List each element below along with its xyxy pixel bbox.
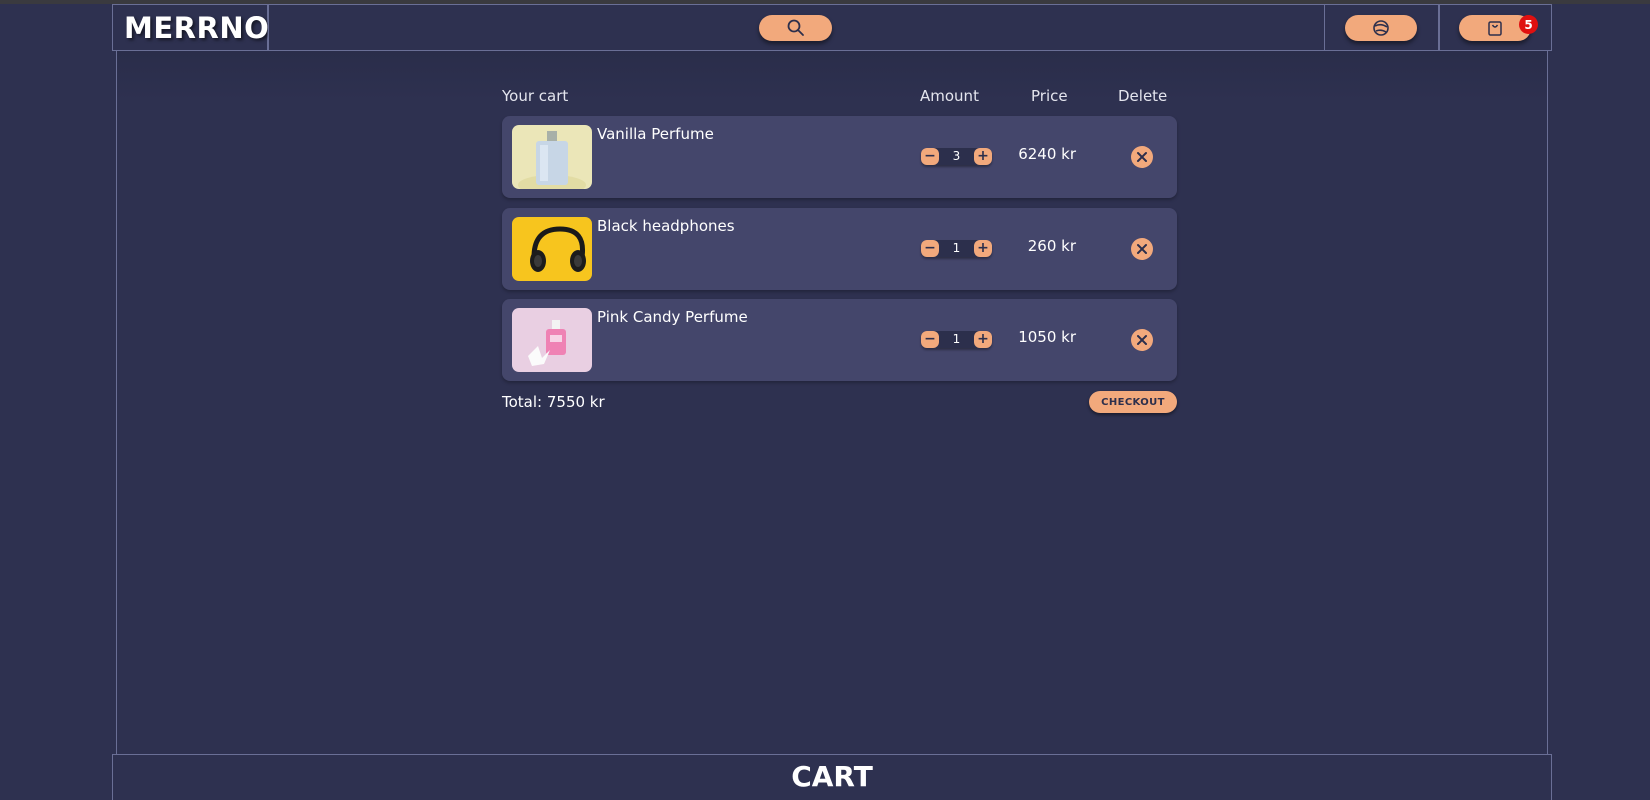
- checkout-button[interactable]: CHECKOUT: [1089, 391, 1177, 413]
- decrease-quantity-button[interactable]: −: [921, 331, 939, 348]
- quantity-value: 1: [952, 241, 961, 255]
- column-header-cart: Your cart: [502, 87, 569, 105]
- column-header-price: Price: [1031, 87, 1068, 105]
- cart-item-row: Black headphones − 1 + 260 kr: [502, 208, 1177, 290]
- account-button[interactable]: [1345, 15, 1417, 41]
- item-name[interactable]: Black headphones: [597, 217, 735, 235]
- decrease-quantity-button[interactable]: −: [921, 240, 939, 257]
- quantity-stepper: − 3 +: [921, 148, 992, 165]
- product-image-vanilla-perfume[interactable]: [512, 125, 592, 189]
- quantity-stepper: − 1 +: [921, 331, 992, 348]
- item-price: 260 kr: [1027, 237, 1076, 255]
- account-container: [1324, 4, 1439, 51]
- page-title-bar: CART: [112, 754, 1552, 800]
- quantity-value: 1: [952, 332, 961, 346]
- account-icon: [1373, 20, 1389, 36]
- item-name[interactable]: Vanilla Perfume: [597, 125, 714, 143]
- search-bar-container: [268, 4, 1325, 51]
- increase-quantity-button[interactable]: +: [974, 240, 992, 257]
- item-price: 1050 kr: [1018, 328, 1076, 346]
- close-icon: [1137, 335, 1147, 345]
- column-header-delete: Delete: [1118, 87, 1168, 105]
- shopping-bag-icon: [1488, 21, 1502, 36]
- product-image-pink-candy-perfume[interactable]: [512, 308, 592, 372]
- item-name[interactable]: Pink Candy Perfume: [597, 308, 748, 326]
- close-icon: [1137, 152, 1147, 162]
- cart-count-badge: 5: [1519, 15, 1538, 34]
- quantity-value: 3: [952, 149, 961, 163]
- item-price: 6240 kr: [1018, 145, 1076, 163]
- increase-quantity-button[interactable]: +: [974, 331, 992, 348]
- quantity-stepper: − 1 +: [921, 240, 992, 257]
- site-logo[interactable]: MERRNO: [124, 11, 269, 45]
- search-icon: [787, 19, 804, 36]
- cart-total: Total: 7550 kr: [502, 393, 605, 411]
- delete-item-button[interactable]: [1131, 146, 1153, 168]
- decrease-quantity-button[interactable]: −: [921, 148, 939, 165]
- cart-item-row: Pink Candy Perfume − 1 + 1050 kr: [502, 299, 1177, 381]
- logo-container[interactable]: MERRNO: [112, 4, 269, 51]
- column-header-amount: Amount: [920, 87, 979, 105]
- increase-quantity-button[interactable]: +: [974, 148, 992, 165]
- cart-container: 5: [1439, 4, 1552, 51]
- delete-item-button[interactable]: [1131, 329, 1153, 351]
- delete-item-button[interactable]: [1131, 238, 1153, 260]
- cart-item-row: Vanilla Perfume − 3 + 6240 kr: [502, 116, 1177, 198]
- page-title: CART: [791, 760, 873, 793]
- product-image-black-headphones[interactable]: [512, 217, 592, 281]
- search-button[interactable]: [759, 15, 832, 41]
- close-icon: [1137, 244, 1147, 254]
